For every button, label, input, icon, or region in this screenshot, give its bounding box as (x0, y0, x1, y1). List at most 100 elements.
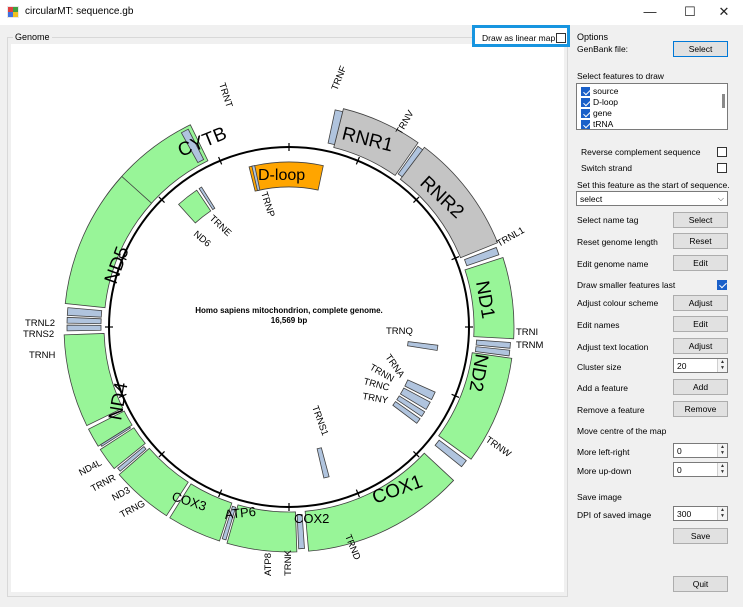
feature-dloop-label: D-loop (593, 97, 619, 107)
genome-group-label: Genome (13, 32, 52, 42)
tick-marks (105, 143, 473, 511)
trna-label-trnl1: TRNL1 (495, 225, 527, 250)
trna-label-trns1: TRNS1 (309, 404, 330, 437)
feature-gene-checkbox[interactable] (581, 109, 590, 118)
feature-trna-checkbox[interactable] (581, 120, 590, 129)
features-scrollbar[interactable] (722, 94, 725, 108)
dpi-label: DPI of saved image (577, 510, 652, 520)
trna-label-atp8: ATP8 (263, 553, 274, 576)
cluster-size-value: 20 (677, 361, 687, 371)
trna-label-nd3: ND3 (110, 485, 132, 504)
trna-label-trnm: TRNM (516, 340, 544, 351)
features-list[interactable]: source D-loop gene tRNA (576, 83, 728, 130)
feature-source-label: source (593, 86, 619, 96)
start-feature-value: select (580, 194, 603, 204)
feature-dloop-checkbox[interactable] (581, 98, 590, 107)
trna-label-nd4l: ND4L (77, 458, 104, 479)
trna-trns1 (316, 447, 330, 479)
colour-scheme-label: Adjust colour scheme (577, 298, 659, 308)
quit-button[interactable]: Quit (673, 576, 728, 592)
cluster-size-spinner[interactable]: 20 ▲ ▼ (673, 358, 728, 373)
map-canvas[interactable]: Homo sapiens mitochondrion, complete gen… (11, 44, 564, 592)
arc-nd5 (64, 175, 153, 309)
linear-map-checkbox[interactable] (556, 33, 566, 43)
text-location-label: Adjust text location (577, 342, 649, 352)
trna-label-trnt: TRNT (216, 82, 234, 110)
smaller-last-checkbox[interactable] (717, 280, 727, 290)
app-icon (7, 6, 19, 18)
circular-map: Homo sapiens mitochondrion, complete gen… (23, 64, 544, 576)
dpi-spinner[interactable]: 300 ▲ ▼ (673, 506, 728, 521)
remove-feature-button[interactable]: Remove (673, 401, 728, 417)
spin-down-icon[interactable]: ▼ (720, 366, 725, 371)
switch-strand-checkbox[interactable] (717, 163, 727, 173)
trna-label-trns2: TRNS2 (23, 329, 54, 340)
close-button[interactable]: ✕ (701, 0, 743, 25)
reverse-complement-label: Reverse complement sequence (581, 147, 701, 157)
feature-label-cox2: COX2 (294, 511, 329, 526)
trna-trnh (66, 324, 102, 332)
edit-names-button[interactable]: Edit (673, 316, 728, 332)
add-feature-label: Add a feature (577, 383, 629, 393)
spin-down-icon[interactable]: ▼ (720, 470, 725, 475)
trna-label-trny: TRNY (361, 391, 389, 406)
trna-label-trnf: TRNF (330, 64, 350, 92)
reset-length-button[interactable]: Reset (673, 233, 728, 249)
cluster-size-spin-buttons[interactable]: ▲ ▼ (717, 359, 727, 372)
close-icon: ✕ (718, 4, 730, 19)
trna-label-trng: TRNG (118, 498, 147, 520)
dpi-spin-buttons[interactable]: ▲ ▼ (717, 507, 727, 520)
left-right-spinner[interactable]: 0 ▲ ▼ (673, 443, 728, 458)
minimize-icon: — (643, 4, 657, 19)
feature-source-checkbox[interactable] (581, 87, 590, 96)
spin-down-icon[interactable]: ▼ (720, 451, 725, 456)
trna-label-trni: TRNI (516, 327, 538, 338)
dpi-value: 300 (677, 509, 692, 519)
left-right-spin-buttons[interactable]: ▲ ▼ (717, 444, 727, 457)
edit-name-button[interactable]: Edit (673, 255, 728, 271)
reverse-complement-checkbox[interactable] (717, 147, 727, 157)
trna-label-trnl2: TRNL2 (25, 318, 55, 329)
linear-map-label: Draw as linear map (482, 33, 556, 43)
up-down-spinner[interactable]: 0 ▲ ▼ (673, 462, 728, 477)
trna-label-trne: TRNE (207, 213, 233, 239)
window-title: circularMT: sequence.gb (25, 6, 134, 17)
feature-label-dloop: D-loop (258, 167, 305, 184)
trna-label-trnw: TRNW (483, 434, 513, 459)
chevron-down-icon: ⌵ (717, 194, 724, 203)
linear-map-toggle[interactable]: Draw as linear map (472, 25, 570, 47)
genome-title: Homo sapiens mitochondrion, complete gen… (195, 306, 383, 315)
genbank-select-button[interactable]: Select (673, 41, 728, 57)
options-label: Options (577, 32, 609, 42)
title-bar: circularMT: sequence.gb — ☐ ✕ (0, 0, 743, 25)
edit-name-label: Edit genome name (577, 259, 649, 269)
trna-label-trnv: TRNV (394, 108, 417, 136)
colour-scheme-button[interactable]: Adjust (673, 295, 728, 311)
remove-feature-label: Remove a feature (577, 405, 645, 415)
trna-label-trnk: TRNK (283, 549, 294, 576)
maximize-icon: ☐ (684, 4, 696, 19)
smaller-last-label: Draw smaller features last (577, 280, 676, 290)
trna-trnq (407, 341, 439, 351)
save-button[interactable]: Save (673, 528, 728, 544)
trna-label-trnp: TRNP (258, 191, 276, 219)
trna-label-trnh: TRNH (29, 350, 56, 361)
name-tag-button[interactable]: Select (673, 212, 728, 228)
text-location-button[interactable]: Adjust (673, 338, 728, 354)
name-tag-label: Select name tag (577, 215, 639, 225)
add-feature-button[interactable]: Add (673, 379, 728, 395)
up-down-value: 0 (677, 465, 682, 475)
genbank-label: GenBank file: (577, 44, 629, 54)
reset-length-label: Reset genome length (577, 237, 658, 247)
left-right-label: More left-right (577, 447, 630, 457)
feature-gene-label: gene (593, 108, 612, 118)
spin-down-icon[interactable]: ▼ (720, 514, 725, 519)
features-label: Select features to draw (577, 71, 664, 81)
trna-trnl2 (66, 307, 103, 318)
cluster-size-label: Cluster size (577, 362, 622, 372)
feature-trna-label: tRNA (593, 119, 614, 129)
save-image-label: Save image (577, 492, 622, 502)
genome-length: 16,569 bp (271, 316, 308, 325)
start-feature-select[interactable]: select ⌵ (576, 191, 728, 206)
up-down-spin-buttons[interactable]: ▲ ▼ (717, 463, 727, 476)
